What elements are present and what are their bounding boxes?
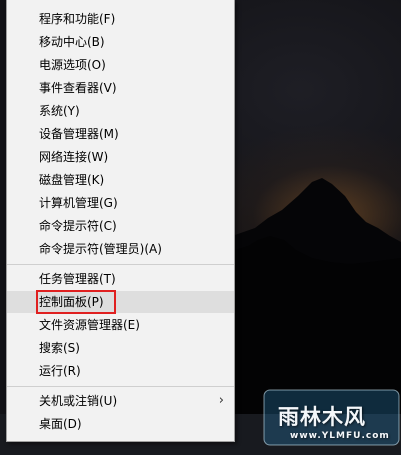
menu-item-command-prompt-admin[interactable]: 命令提示符(管理员)(A) bbox=[7, 238, 234, 260]
watermark-brand: 雨林木风 bbox=[278, 405, 366, 429]
menu-item-shutdown-label: 关机或注销(U) bbox=[39, 394, 118, 408]
menu-item-command-prompt[interactable]: 命令提示符(C) bbox=[7, 215, 234, 237]
menu-item-system[interactable]: 系统(Y) bbox=[7, 100, 234, 122]
menu-item-task-manager[interactable]: 任务管理器(T) bbox=[7, 268, 234, 290]
menu-separator bbox=[7, 264, 234, 265]
chevron-right-icon: › bbox=[218, 393, 224, 408]
winx-context-menu: 程序和功能(F) 移动中心(B) 电源选项(O) 事件查看器(V) 系统(Y) … bbox=[6, 0, 235, 442]
menu-item-search[interactable]: 搜索(S) bbox=[7, 337, 234, 359]
watermark-url: www.YLMFU.com bbox=[290, 431, 390, 441]
menu-separator bbox=[7, 386, 234, 387]
menu-item-disk-management[interactable]: 磁盘管理(K) bbox=[7, 169, 234, 191]
menu-item-device-manager[interactable]: 设备管理器(M) bbox=[7, 123, 234, 145]
menu-item-programs-features[interactable]: 程序和功能(F) bbox=[7, 8, 234, 30]
menu-item-shutdown-signout[interactable]: 关机或注销(U) › bbox=[7, 390, 234, 412]
highlight-annotation-box bbox=[36, 290, 116, 314]
menu-item-file-explorer[interactable]: 文件资源管理器(E) bbox=[7, 314, 234, 336]
menu-item-computer-management[interactable]: 计算机管理(G) bbox=[7, 192, 234, 214]
menu-item-mobility-center[interactable]: 移动中心(B) bbox=[7, 31, 234, 53]
menu-item-run[interactable]: 运行(R) bbox=[7, 360, 234, 382]
menu-item-event-viewer[interactable]: 事件查看器(V) bbox=[7, 77, 234, 99]
menu-item-network-connections[interactable]: 网络连接(W) bbox=[7, 146, 234, 168]
menu-item-power-options[interactable]: 电源选项(O) bbox=[7, 54, 234, 76]
menu-item-desktop[interactable]: 桌面(D) bbox=[7, 413, 234, 435]
